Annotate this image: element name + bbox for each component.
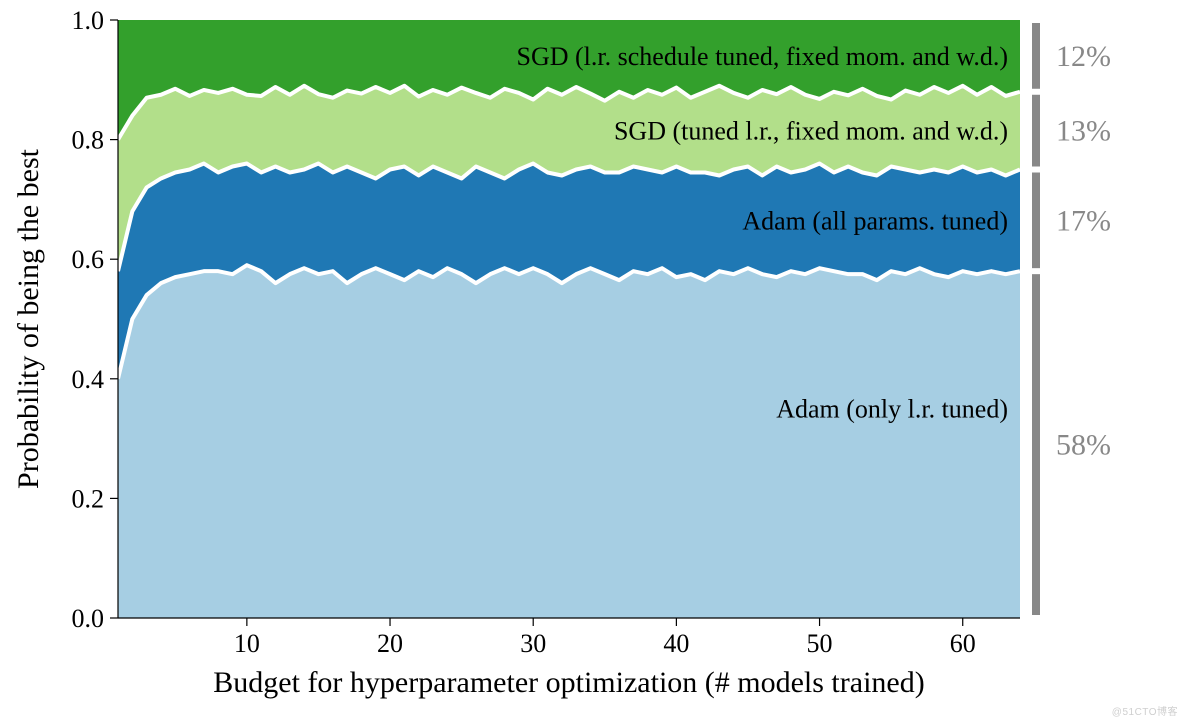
chart-container: 0.0 0.2 0.4 0.6 0.8 1.0 10 20 30 40 50 60 Budget for…	[0, 0, 1184, 724]
watermark: @51CTO博客	[1112, 703, 1178, 718]
proportion-bar	[1032, 23, 1040, 89]
series-label: Adam (all params. tuned)	[742, 206, 1008, 235]
proportion-bar	[1032, 173, 1040, 269]
y-tick-label: 0.2	[72, 484, 105, 513]
y-tick-label: 0.0	[72, 604, 105, 633]
proportion-pct: 58%	[1056, 429, 1111, 462]
proportion-bar	[1032, 274, 1040, 615]
area-band	[118, 265, 1020, 618]
y-tick-label: 0.4	[72, 365, 105, 394]
x-tick-label: 10	[234, 629, 260, 658]
proportion-pct: 17%	[1056, 204, 1111, 237]
x-tick-label: 20	[377, 629, 403, 658]
stacked-area-chart: 0.0 0.2 0.4 0.6 0.8 1.0 10 20 30 40 50 60 Budget for…	[0, 0, 1184, 724]
y-axis-label: Probability of being the best	[12, 148, 45, 489]
proportion-bar	[1032, 95, 1040, 167]
x-tick-label: 30	[520, 629, 546, 658]
series-label: SGD (tuned l.r., fixed mom. and w.d.)	[614, 117, 1008, 146]
y-tick-label: 0.6	[72, 245, 105, 274]
x-axis-label: Budget for hyperparameter optimization (…	[213, 666, 924, 699]
x-tick-label: 40	[663, 629, 689, 658]
x-tick-label: 50	[807, 629, 833, 658]
series-label: Adam (only l.r. tuned)	[776, 395, 1008, 424]
y-tick-label: 1.0	[72, 6, 105, 35]
series-label: SGD (l.r. schedule tuned, fixed mom. and…	[517, 42, 1009, 71]
proportion-pct: 12%	[1056, 40, 1111, 73]
y-tick-label: 0.8	[72, 126, 105, 155]
proportion-pct: 13%	[1056, 115, 1111, 148]
x-tick-label: 60	[950, 629, 976, 658]
